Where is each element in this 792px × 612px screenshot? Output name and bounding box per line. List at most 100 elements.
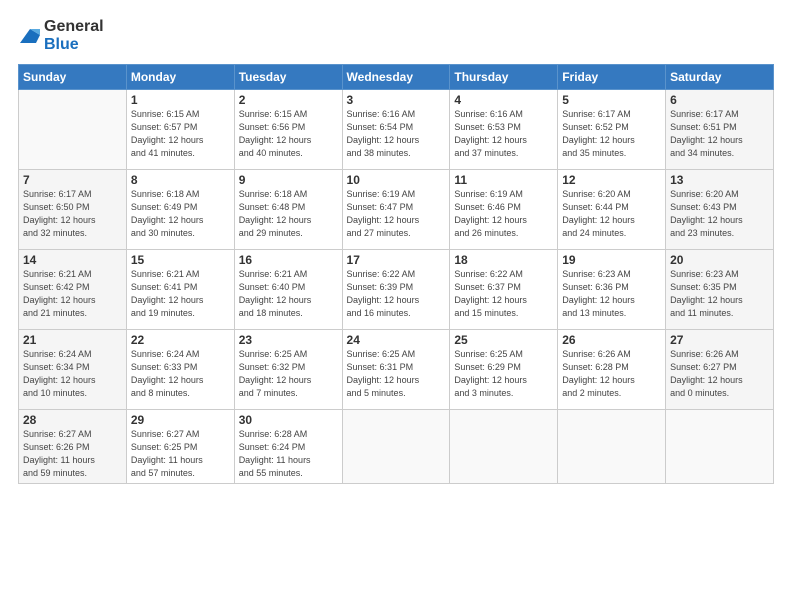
day-number: 21: [23, 333, 122, 347]
day-number: 14: [23, 253, 122, 267]
calendar-cell: 11Sunrise: 6:19 AM Sunset: 6:46 PM Dayli…: [450, 170, 558, 250]
calendar-cell: 22Sunrise: 6:24 AM Sunset: 6:33 PM Dayli…: [126, 330, 234, 410]
day-number: 19: [562, 253, 661, 267]
calendar-cell: 21Sunrise: 6:24 AM Sunset: 6:34 PM Dayli…: [19, 330, 127, 410]
day-number: 25: [454, 333, 553, 347]
day-number: 5: [562, 93, 661, 107]
day-number: 28: [23, 413, 122, 427]
day-number: 29: [131, 413, 230, 427]
calendar-cell: 24Sunrise: 6:25 AM Sunset: 6:31 PM Dayli…: [342, 330, 450, 410]
day-info: Sunrise: 6:24 AM Sunset: 6:34 PM Dayligh…: [23, 348, 122, 400]
day-number: 6: [670, 93, 769, 107]
weekday-header-row: SundayMondayTuesdayWednesdayThursdayFrid…: [19, 65, 774, 90]
day-number: 2: [239, 93, 338, 107]
calendar-cell: 20Sunrise: 6:23 AM Sunset: 6:35 PM Dayli…: [666, 250, 774, 330]
day-number: 27: [670, 333, 769, 347]
calendar-cell: 5Sunrise: 6:17 AM Sunset: 6:52 PM Daylig…: [558, 90, 666, 170]
calendar-cell: 16Sunrise: 6:21 AM Sunset: 6:40 PM Dayli…: [234, 250, 342, 330]
calendar-cell: 6Sunrise: 6:17 AM Sunset: 6:51 PM Daylig…: [666, 90, 774, 170]
calendar-cell: 28Sunrise: 6:27 AM Sunset: 6:26 PM Dayli…: [19, 410, 127, 484]
day-info: Sunrise: 6:17 AM Sunset: 6:50 PM Dayligh…: [23, 188, 122, 240]
week-row-3: 21Sunrise: 6:24 AM Sunset: 6:34 PM Dayli…: [19, 330, 774, 410]
day-info: Sunrise: 6:21 AM Sunset: 6:40 PM Dayligh…: [239, 268, 338, 320]
day-info: Sunrise: 6:16 AM Sunset: 6:53 PM Dayligh…: [454, 108, 553, 160]
day-info: Sunrise: 6:27 AM Sunset: 6:26 PM Dayligh…: [23, 428, 122, 480]
day-info: Sunrise: 6:19 AM Sunset: 6:47 PM Dayligh…: [347, 188, 446, 240]
day-number: 13: [670, 173, 769, 187]
page: General Blue SundayMondayTuesdayWednesda…: [0, 0, 792, 612]
day-number: 20: [670, 253, 769, 267]
day-number: 15: [131, 253, 230, 267]
calendar-cell: 7Sunrise: 6:17 AM Sunset: 6:50 PM Daylig…: [19, 170, 127, 250]
day-info: Sunrise: 6:15 AM Sunset: 6:57 PM Dayligh…: [131, 108, 230, 160]
day-number: 30: [239, 413, 338, 427]
calendar-cell: 30Sunrise: 6:28 AM Sunset: 6:24 PM Dayli…: [234, 410, 342, 484]
calendar-cell: [19, 90, 127, 170]
calendar-cell: 10Sunrise: 6:19 AM Sunset: 6:47 PM Dayli…: [342, 170, 450, 250]
calendar-cell: 4Sunrise: 6:16 AM Sunset: 6:53 PM Daylig…: [450, 90, 558, 170]
day-info: Sunrise: 6:25 AM Sunset: 6:31 PM Dayligh…: [347, 348, 446, 400]
day-info: Sunrise: 6:28 AM Sunset: 6:24 PM Dayligh…: [239, 428, 338, 480]
day-number: 4: [454, 93, 553, 107]
day-number: 8: [131, 173, 230, 187]
calendar-cell: 9Sunrise: 6:18 AM Sunset: 6:48 PM Daylig…: [234, 170, 342, 250]
week-row-4: 28Sunrise: 6:27 AM Sunset: 6:26 PM Dayli…: [19, 410, 774, 484]
header: General Blue: [18, 18, 774, 54]
day-number: 24: [347, 333, 446, 347]
day-info: Sunrise: 6:22 AM Sunset: 6:37 PM Dayligh…: [454, 268, 553, 320]
day-number: 26: [562, 333, 661, 347]
logo-general: General: [44, 18, 104, 35]
logo-text: General Blue: [44, 18, 104, 54]
weekday-header-tuesday: Tuesday: [234, 65, 342, 90]
calendar-cell: 23Sunrise: 6:25 AM Sunset: 6:32 PM Dayli…: [234, 330, 342, 410]
day-info: Sunrise: 6:27 AM Sunset: 6:25 PM Dayligh…: [131, 428, 230, 480]
day-info: Sunrise: 6:20 AM Sunset: 6:43 PM Dayligh…: [670, 188, 769, 240]
calendar-cell: 27Sunrise: 6:26 AM Sunset: 6:27 PM Dayli…: [666, 330, 774, 410]
day-info: Sunrise: 6:20 AM Sunset: 6:44 PM Dayligh…: [562, 188, 661, 240]
calendar-cell: 17Sunrise: 6:22 AM Sunset: 6:39 PM Dayli…: [342, 250, 450, 330]
logo: General Blue: [18, 18, 104, 54]
weekday-header-sunday: Sunday: [19, 65, 127, 90]
day-number: 7: [23, 173, 122, 187]
day-number: 23: [239, 333, 338, 347]
calendar-cell: 18Sunrise: 6:22 AM Sunset: 6:37 PM Dayli…: [450, 250, 558, 330]
day-info: Sunrise: 6:22 AM Sunset: 6:39 PM Dayligh…: [347, 268, 446, 320]
day-number: 9: [239, 173, 338, 187]
calendar-cell: 13Sunrise: 6:20 AM Sunset: 6:43 PM Dayli…: [666, 170, 774, 250]
logo-blue: Blue: [44, 36, 79, 53]
day-number: 11: [454, 173, 553, 187]
weekday-header-monday: Monday: [126, 65, 234, 90]
calendar-cell: 29Sunrise: 6:27 AM Sunset: 6:25 PM Dayli…: [126, 410, 234, 484]
day-info: Sunrise: 6:15 AM Sunset: 6:56 PM Dayligh…: [239, 108, 338, 160]
day-number: 17: [347, 253, 446, 267]
day-info: Sunrise: 6:25 AM Sunset: 6:32 PM Dayligh…: [239, 348, 338, 400]
day-number: 22: [131, 333, 230, 347]
day-number: 1: [131, 93, 230, 107]
day-info: Sunrise: 6:17 AM Sunset: 6:51 PM Dayligh…: [670, 108, 769, 160]
calendar: SundayMondayTuesdayWednesdayThursdayFrid…: [18, 64, 774, 484]
day-number: 10: [347, 173, 446, 187]
logo-icon: [18, 25, 40, 47]
calendar-cell: 15Sunrise: 6:21 AM Sunset: 6:41 PM Dayli…: [126, 250, 234, 330]
day-number: 3: [347, 93, 446, 107]
day-info: Sunrise: 6:23 AM Sunset: 6:36 PM Dayligh…: [562, 268, 661, 320]
day-info: Sunrise: 6:17 AM Sunset: 6:52 PM Dayligh…: [562, 108, 661, 160]
day-info: Sunrise: 6:18 AM Sunset: 6:48 PM Dayligh…: [239, 188, 338, 240]
calendar-cell: 8Sunrise: 6:18 AM Sunset: 6:49 PM Daylig…: [126, 170, 234, 250]
weekday-header-thursday: Thursday: [450, 65, 558, 90]
day-info: Sunrise: 6:21 AM Sunset: 6:41 PM Dayligh…: [131, 268, 230, 320]
day-info: Sunrise: 6:23 AM Sunset: 6:35 PM Dayligh…: [670, 268, 769, 320]
day-info: Sunrise: 6:21 AM Sunset: 6:42 PM Dayligh…: [23, 268, 122, 320]
calendar-cell: 19Sunrise: 6:23 AM Sunset: 6:36 PM Dayli…: [558, 250, 666, 330]
day-info: Sunrise: 6:18 AM Sunset: 6:49 PM Dayligh…: [131, 188, 230, 240]
week-row-0: 1Sunrise: 6:15 AM Sunset: 6:57 PM Daylig…: [19, 90, 774, 170]
week-row-1: 7Sunrise: 6:17 AM Sunset: 6:50 PM Daylig…: [19, 170, 774, 250]
calendar-cell: 14Sunrise: 6:21 AM Sunset: 6:42 PM Dayli…: [19, 250, 127, 330]
calendar-cell: 12Sunrise: 6:20 AM Sunset: 6:44 PM Dayli…: [558, 170, 666, 250]
calendar-cell: 1Sunrise: 6:15 AM Sunset: 6:57 PM Daylig…: [126, 90, 234, 170]
day-info: Sunrise: 6:25 AM Sunset: 6:29 PM Dayligh…: [454, 348, 553, 400]
day-info: Sunrise: 6:26 AM Sunset: 6:27 PM Dayligh…: [670, 348, 769, 400]
week-row-2: 14Sunrise: 6:21 AM Sunset: 6:42 PM Dayli…: [19, 250, 774, 330]
day-number: 16: [239, 253, 338, 267]
day-number: 18: [454, 253, 553, 267]
